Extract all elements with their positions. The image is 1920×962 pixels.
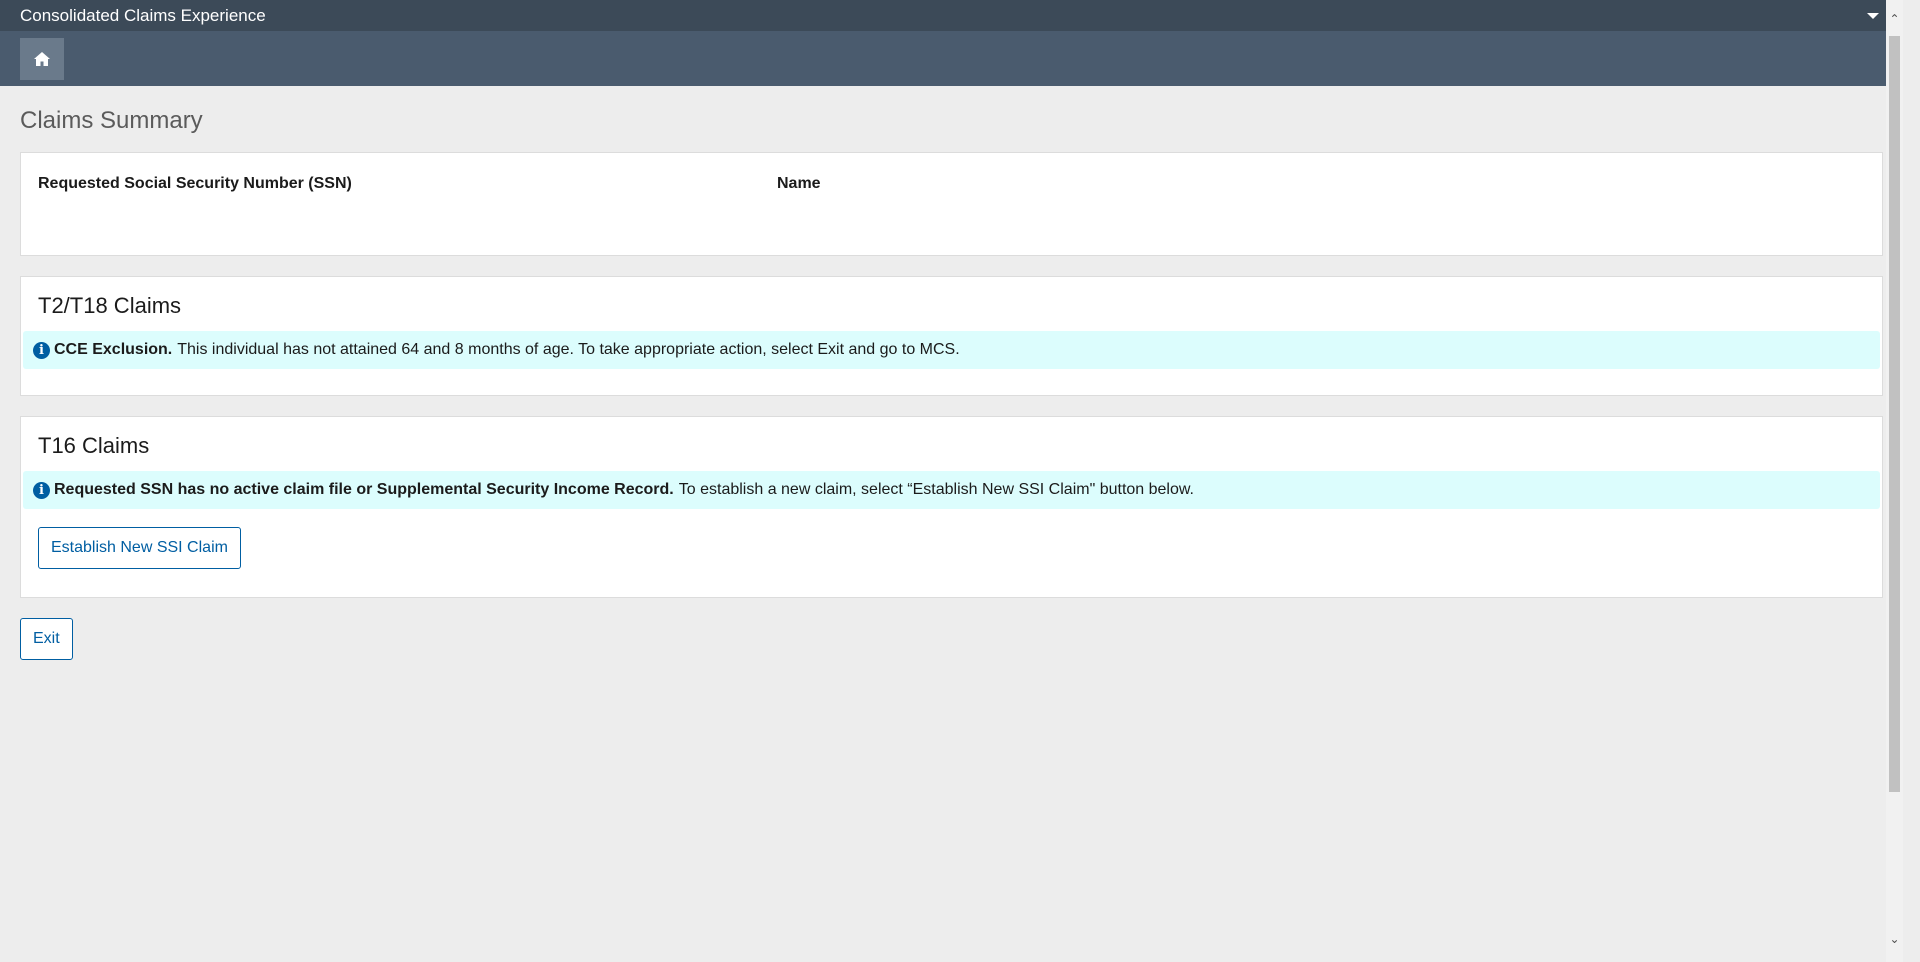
vertical-scrollbar[interactable]: ⌃ ⌄ <box>1886 0 1903 962</box>
t2t18-claims-card: T2/T18 Claims i CCE Exclusion. This indi… <box>20 276 1883 396</box>
home-icon <box>34 51 50 66</box>
navbar <box>0 31 1903 86</box>
alert-bold-text: CCE Exclusion. <box>54 341 173 358</box>
summary-card: Requested Social Security Number (SSN) N… <box>20 152 1883 256</box>
t16-claims-title: T16 Claims <box>38 433 150 458</box>
page-title: Claims Summary <box>20 107 203 134</box>
footer-actions: Exit <box>20 618 1883 660</box>
ssn-label: Requested Social Security Number (SSN) <box>38 175 352 192</box>
alert-bold-text: Requested SSN has no active claim file o… <box>54 481 674 498</box>
info-icon: i <box>33 481 50 499</box>
t16-actions: Establish New SSI Claim <box>21 509 1882 569</box>
exit-button[interactable]: Exit <box>20 618 73 660</box>
alert-text: To establish a new claim, select “Establ… <box>678 481 1194 498</box>
name-label: Name <box>777 175 821 192</box>
scroll-down-icon[interactable]: ⌄ <box>1889 933 1900 945</box>
alert-text: This individual has not attained 64 and … <box>177 341 960 358</box>
page: Consolidated Claims Experience Claims Su… <box>0 0 1903 962</box>
scroll-up-icon[interactable]: ⌃ <box>1889 13 1900 25</box>
t16-claims-card: T16 Claims i Requested SSN has no active… <box>20 416 1883 598</box>
info-icon: i <box>33 341 50 359</box>
establish-new-ssi-claim-button[interactable]: Establish New SSI Claim <box>38 527 241 569</box>
scrollbar-thumb[interactable] <box>1889 36 1900 792</box>
main-content: Claims Summary Requested Social Security… <box>0 106 1903 660</box>
caret-down-icon[interactable] <box>1867 12 1879 19</box>
app-title: Consolidated Claims Experience <box>20 5 266 25</box>
home-button[interactable] <box>20 37 64 80</box>
app-titlebar: Consolidated Claims Experience <box>0 0 1903 31</box>
cce-exclusion-alert: i CCE Exclusion. This individual has not… <box>23 331 1880 369</box>
no-active-claim-alert: i Requested SSN has no active claim file… <box>23 471 1880 509</box>
t2t18-claims-title: T2/T18 Claims <box>38 293 182 318</box>
